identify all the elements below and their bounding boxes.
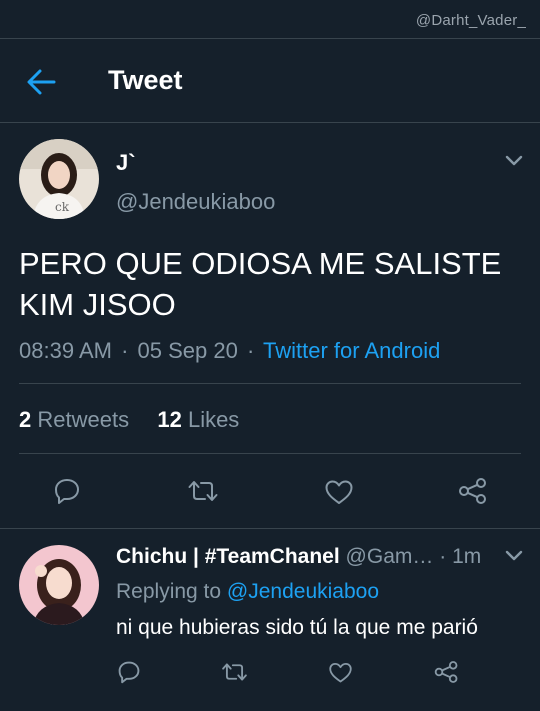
arrow-left-icon bbox=[27, 69, 56, 95]
reply-header: Chichu | #TeamChanel @Gam… · 1m bbox=[116, 545, 516, 569]
tweet-time: 08:39 AM bbox=[19, 338, 112, 363]
author-name[interactable]: J` bbox=[116, 150, 136, 176]
reply-options[interactable] bbox=[503, 547, 525, 568]
share-button[interactable] bbox=[458, 477, 488, 510]
reply-text: ni que hubieras sido tú la que me parió bbox=[116, 616, 478, 639]
reply-reply-button[interactable] bbox=[117, 660, 141, 689]
author-handle[interactable]: @Jendeukiaboo bbox=[116, 189, 275, 215]
reply-like-button[interactable] bbox=[328, 661, 353, 689]
retweets-label: Retweets bbox=[37, 407, 130, 432]
retweets-count: 2 bbox=[19, 407, 32, 432]
tweet-text: PERO QUE ODIOSA ME SALISTE KIM JISOO bbox=[19, 243, 519, 325]
meta-separator: · bbox=[246, 338, 255, 363]
retweet-icon bbox=[222, 663, 247, 681]
tweet-text-line: KIM JISOO bbox=[19, 287, 176, 322]
share-icon bbox=[434, 661, 458, 683]
like-icon bbox=[325, 480, 353, 504]
like-button[interactable] bbox=[324, 478, 354, 511]
reply-retweet-button[interactable] bbox=[221, 660, 248, 689]
like-icon bbox=[329, 662, 352, 683]
back-button[interactable] bbox=[24, 67, 58, 97]
likes-stat[interactable]: 12 Likes bbox=[157, 407, 239, 432]
watermark: @Darht_Vader_ bbox=[415, 12, 526, 29]
chevron-down-icon bbox=[505, 155, 523, 166]
share-icon bbox=[459, 478, 486, 504]
likes-count: 12 bbox=[157, 407, 182, 432]
tweet-date: 05 Sep 20 bbox=[137, 338, 238, 363]
tweet-text-line: PERO QUE ODIOSA ME SALISTE bbox=[19, 246, 502, 281]
meta-separator: · bbox=[121, 338, 129, 363]
svg-text:ck: ck bbox=[55, 200, 70, 214]
reply-avatar[interactable] bbox=[19, 545, 99, 625]
reply-time: 1m bbox=[452, 545, 482, 568]
reply-icon bbox=[118, 661, 140, 684]
tweet-source-link[interactable]: Twitter for Android bbox=[263, 338, 440, 363]
chevron-down-icon bbox=[505, 550, 523, 561]
reply-share-button[interactable] bbox=[434, 660, 459, 689]
header-divider bbox=[0, 122, 540, 123]
tweet-meta: 08:39 AM · 05 Sep 20 · Twitter for Andro… bbox=[19, 338, 440, 364]
retweet-icon bbox=[188, 481, 218, 501]
likes-label: Likes bbox=[187, 407, 240, 432]
app-header: Tweet bbox=[0, 39, 540, 123]
reply-separator: · bbox=[439, 545, 447, 568]
tweet-divider bbox=[0, 528, 540, 529]
replying-to-mention[interactable]: @Jendeukiaboo bbox=[227, 580, 379, 603]
retweets-stat[interactable]: 2 Retweets bbox=[19, 407, 135, 432]
tweet-stats: 2 Retweets 12 Likes bbox=[19, 407, 239, 433]
replying-to: Replying to @Jendeukiaboo bbox=[116, 580, 379, 604]
reply-author-handle[interactable]: @Gam… bbox=[346, 545, 434, 568]
meta-divider bbox=[19, 383, 521, 384]
replying-prefix: Replying to bbox=[116, 580, 222, 603]
reply-author-name[interactable]: Chichu | #TeamChanel bbox=[116, 545, 340, 568]
tweet-options[interactable] bbox=[503, 152, 525, 173]
retweet-button[interactable] bbox=[187, 477, 219, 510]
reply-icon bbox=[55, 479, 79, 504]
page-title: Tweet bbox=[108, 65, 183, 95]
reply-button[interactable] bbox=[53, 477, 81, 510]
stats-divider bbox=[19, 453, 521, 454]
author-avatar[interactable]: ck bbox=[19, 139, 99, 219]
